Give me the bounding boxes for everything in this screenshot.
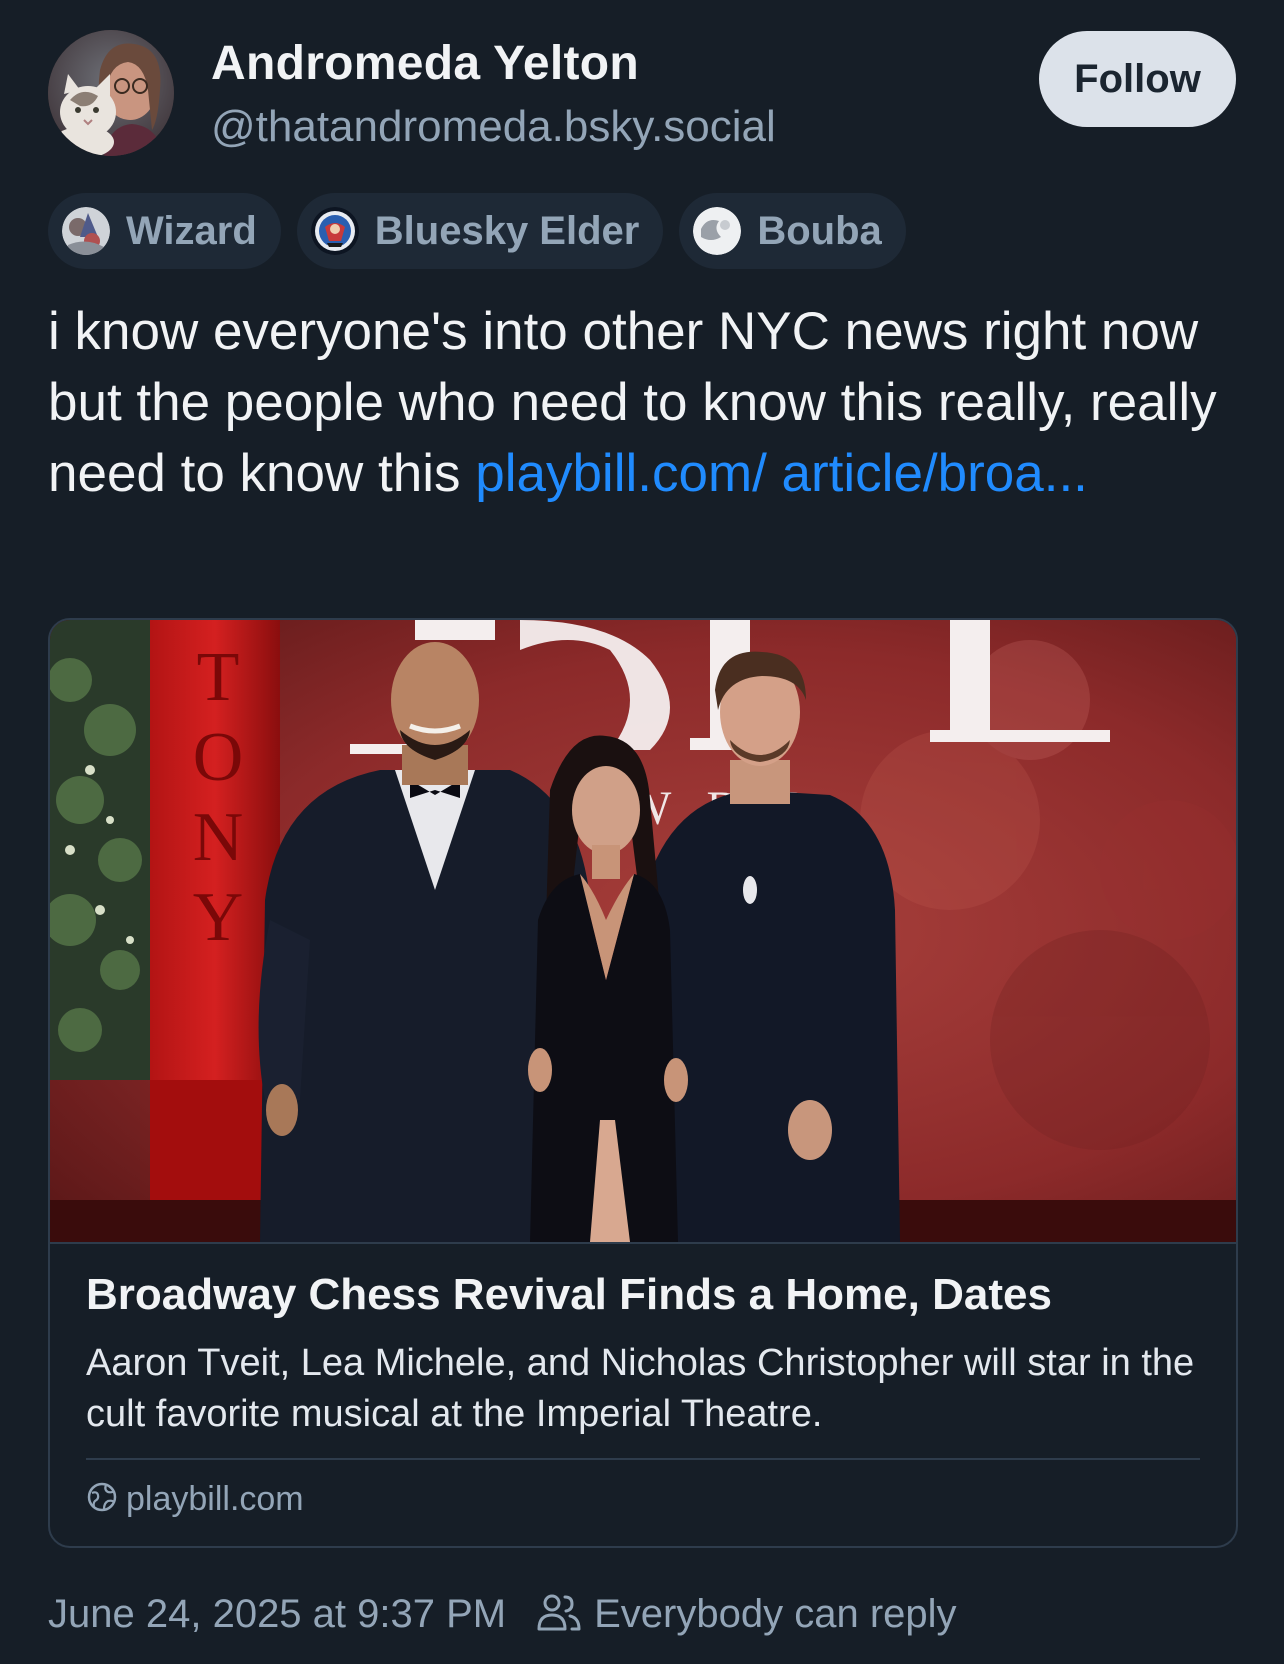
wizard-badge-icon: [62, 207, 110, 255]
label-text: Wizard: [126, 208, 257, 253]
link-card-domain-text: playbill.com: [126, 1480, 304, 1518]
label-text: Bluesky Elder: [374, 208, 640, 253]
post-container: Andromeda Yelton @thatandromeda.bsky.soc…: [0, 0, 1284, 1664]
post-footer: June 24, 2025 at 9:37 PM Everybody can r…: [48, 1592, 957, 1637]
image-pillar-letter: T: [197, 639, 240, 716]
label-chip-bluesky-elder[interactable]: Bluesky Elder: [296, 193, 664, 269]
reply-setting-text: Everybody can reply: [594, 1592, 957, 1636]
timestamp[interactable]: June 24, 2025 at 9:37 PM: [48, 1592, 506, 1637]
people-icon: [536, 1592, 582, 1637]
link-card-image-divider: [50, 1242, 1236, 1244]
avatar-image: [48, 30, 174, 156]
link-card[interactable]: W D S T O N: [48, 618, 1238, 1548]
label-chip-bouba[interactable]: Bouba: [679, 193, 906, 269]
link-card-image[interactable]: W D S T O N: [50, 620, 1236, 1242]
display-name[interactable]: Andromeda Yelton: [211, 36, 639, 91]
image-pillar-letter: O: [193, 719, 244, 796]
label-chip-wizard[interactable]: Wizard: [48, 193, 281, 269]
link-card-title: Broadway Chess Revival Finds a Home, Dat…: [86, 1270, 1052, 1319]
link-card-domain: playbill.com: [86, 1480, 304, 1519]
profile-labels: Wizard Bluesky Elder Bouba: [48, 193, 906, 269]
link-card-description: Aaron Tveit, Lea Michele, and Nicholas C…: [86, 1342, 1195, 1435]
post-link[interactable]: playbill.com/ article/broa...: [475, 444, 1088, 503]
label-text: Bouba: [757, 208, 882, 253]
image-pillar-letter: Y: [193, 879, 244, 956]
bouba-badge-icon: [693, 207, 742, 255]
follow-button[interactable]: Follow: [1039, 31, 1236, 127]
avatar[interactable]: [48, 30, 174, 156]
globe-icon: [86, 1481, 118, 1518]
image-pillar-letter: N: [193, 799, 244, 876]
post-text: i know everyone's into other NYC news ri…: [48, 296, 1248, 509]
link-card-divider: [86, 1458, 1200, 1460]
bluesky-elder-badge-icon: [310, 207, 359, 255]
reply-setting[interactable]: Everybody can reply: [536, 1592, 957, 1637]
handle[interactable]: @thatandromeda.bsky.social: [211, 102, 776, 152]
